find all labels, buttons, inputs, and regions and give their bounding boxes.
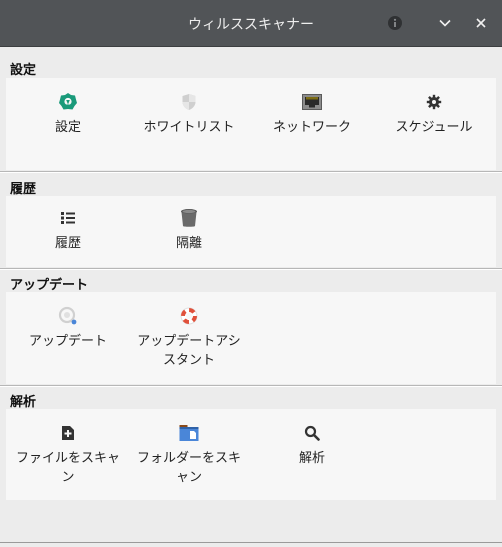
window-bottom-border [0,542,502,543]
analyze-item-label: 解析 [298,451,325,466]
settings-item-label: 設定 [54,120,81,135]
section-title-analysis: 解析 [10,395,37,410]
network-port-icon [302,92,322,112]
update-item-update[interactable]: アップデート [14,306,122,351]
trash-bin-icon [179,208,199,228]
scan-folder-item-label: フォルダーをスキャン [136,451,241,485]
gear-icon [424,92,444,112]
settings-item-network[interactable]: ネットワーク [258,92,366,137]
assistant-item-label: アップデートアシスタント [137,334,241,368]
history-item-label: 履歴 [54,236,81,251]
search-icon [302,423,322,443]
close-icon[interactable] [471,13,491,33]
shield-icon [179,92,199,112]
section-title-settings: 設定 [10,63,37,78]
schedule-item-label: スケジュール [395,120,473,135]
update-item-assistant[interactable]: アップデートアシスタント [135,306,243,370]
analysis-item-scan-file[interactable]: ファイルをスキャン [14,423,122,487]
list-icon [58,208,78,228]
network-item-label: ネットワーク [272,120,351,135]
update-icon [58,306,78,326]
history-item-quarantine[interactable]: 隔離 [135,208,243,253]
history-item-history[interactable]: 履歴 [14,208,122,253]
section-divider [0,171,502,173]
quarantine-item-label: 隔離 [175,236,202,251]
history-panel: 履歴 隔離 [6,196,496,267]
info-icon[interactable] [385,13,405,33]
settings-item-whitelist[interactable]: ホワイトリスト [135,92,243,137]
title-bar: ウィルススキャナー [0,0,502,47]
window-title: ウィルススキャナー [188,17,314,33]
whitelist-item-label: ホワイトリスト [143,120,235,135]
section-title-update: アップデート [10,278,89,293]
scanner-settings-icon [58,92,78,112]
folder-icon [179,423,199,443]
settings-item-schedule[interactable]: スケジュール [380,92,488,137]
section-divider [0,385,502,387]
settings-panel: 設定 ホワイトリスト ネットワーク スケジュール [6,78,496,170]
analysis-item-analyze[interactable]: 解析 [258,423,366,468]
add-file-icon [58,423,78,443]
lifebuoy-icon [179,306,199,326]
update-panel: アップデート アップデートアシスタント [6,292,496,384]
update-item-label: アップデート [28,334,107,349]
settings-item-settings[interactable]: 設定 [14,92,122,137]
analysis-panel: ファイルをスキャン フォルダーをスキャン 解析 [6,409,496,500]
minimize-icon[interactable] [435,13,455,33]
section-title-history: 履歴 [10,182,37,197]
scan-file-item-label: ファイルをスキャン [15,451,120,485]
analysis-item-scan-folder[interactable]: フォルダーをスキャン [135,423,243,487]
section-divider [0,268,502,270]
